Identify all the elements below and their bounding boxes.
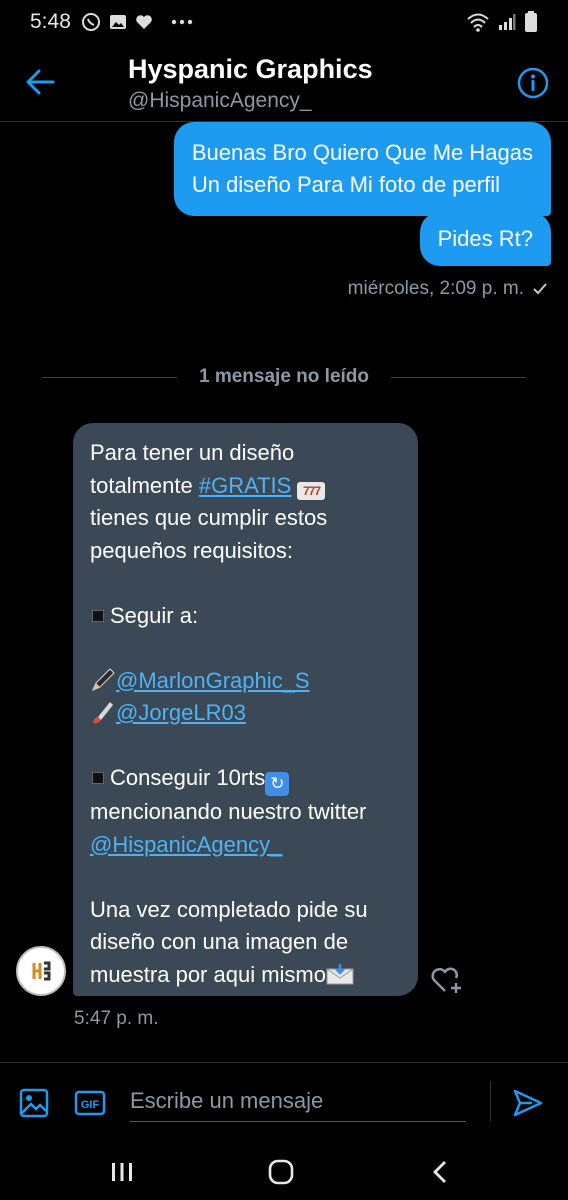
- sent-timestamp: miércoles, 2:09 p. m.: [348, 278, 548, 300]
- message-composer: GIF: [0, 1062, 568, 1140]
- black-square-emoji-icon: [92, 772, 104, 785]
- home-icon: [268, 1159, 294, 1185]
- wifi-icon: [466, 12, 490, 32]
- paintbrush-emoji-icon: [93, 702, 113, 724]
- check-icon: [533, 283, 547, 295]
- pen-emoji-icon: [92, 667, 115, 691]
- nav-back-button[interactable]: [422, 1154, 458, 1190]
- unread-divider: 1 mensaje no leído: [42, 366, 526, 388]
- envelope-arrow-emoji-icon: [326, 963, 354, 984]
- mention-link[interactable]: @HispanicAgency_: [90, 832, 282, 857]
- media-button[interactable]: [18, 1087, 50, 1119]
- sent-message-bubble[interactable]: Pides Rt?: [419, 212, 551, 266]
- add-reaction-button[interactable]: [430, 964, 464, 996]
- message-input[interactable]: [130, 1080, 466, 1122]
- conversation-header: Hyspanic Graphics @HispanicAgency_: [0, 44, 568, 122]
- info-button[interactable]: [516, 66, 550, 100]
- home-button[interactable]: [263, 1154, 299, 1190]
- image-icon: [19, 1088, 49, 1118]
- avatar[interactable]: [16, 946, 66, 996]
- slot-machine-emoji-icon: 777: [297, 481, 326, 500]
- sent-message-row: Pides Rt?: [419, 212, 551, 266]
- signal-icon: [498, 13, 516, 31]
- gif-icon: GIF: [74, 1090, 106, 1116]
- sent-message-row: Buenas Bro Quiero Que Me Hagas Un diseño…: [173, 122, 551, 216]
- black-square-emoji-icon: [92, 609, 104, 622]
- conversation-handle: @HispanicAgency_: [128, 89, 312, 112]
- chevron-left-icon: [433, 1161, 446, 1183]
- gif-button[interactable]: GIF: [74, 1087, 106, 1119]
- received-message-bubble[interactable]: Para tener un diseño totalmente #GRATIS …: [73, 423, 418, 996]
- info-icon: [517, 67, 549, 99]
- conversation-title-block[interactable]: Hyspanic Graphics @HispanicAgency_: [128, 54, 373, 113]
- more-icon: [171, 19, 193, 25]
- recent-apps-icon: [112, 1163, 132, 1181]
- arrow-left-icon: [26, 69, 55, 95]
- brand-logo-icon: [25, 955, 57, 987]
- status-time: 5:48: [30, 10, 71, 33]
- system-navigation-bar: [0, 1140, 568, 1200]
- repeat-emoji-icon: ↻: [265, 772, 290, 796]
- mention-link[interactable]: @JorgeLR03: [116, 700, 246, 725]
- send-button[interactable]: [512, 1087, 544, 1119]
- mention-link[interactable]: @MarlonGraphic_S: [116, 668, 310, 693]
- conversation-title: Hyspanic Graphics: [128, 54, 373, 84]
- heart-icon: [135, 13, 153, 31]
- status-bar: 5:48: [0, 0, 568, 44]
- message-line: Un diseño Para Mi foto de perfil: [191, 172, 500, 197]
- sent-message-bubble[interactable]: Buenas Bro Quiero Que Me Hagas Un diseño…: [173, 122, 551, 216]
- image-icon: [109, 13, 127, 31]
- hashtag-link[interactable]: #GRATIS: [199, 473, 292, 498]
- message-line: Buenas Bro Quiero Que Me Hagas: [191, 140, 533, 165]
- recent-apps-button[interactable]: [104, 1154, 140, 1190]
- gif-label: GIF: [81, 1099, 100, 1111]
- received-timestamp: 5:47 p. m.: [74, 1008, 159, 1029]
- back-button[interactable]: [22, 64, 58, 100]
- whatsapp-icon: [81, 12, 101, 32]
- message-line: Pides Rt?: [437, 226, 533, 251]
- send-icon: [513, 1089, 543, 1117]
- battery-icon: [524, 11, 538, 33]
- heart-plus-icon: [431, 967, 461, 993]
- unread-label: 1 mensaje no leído: [199, 366, 369, 387]
